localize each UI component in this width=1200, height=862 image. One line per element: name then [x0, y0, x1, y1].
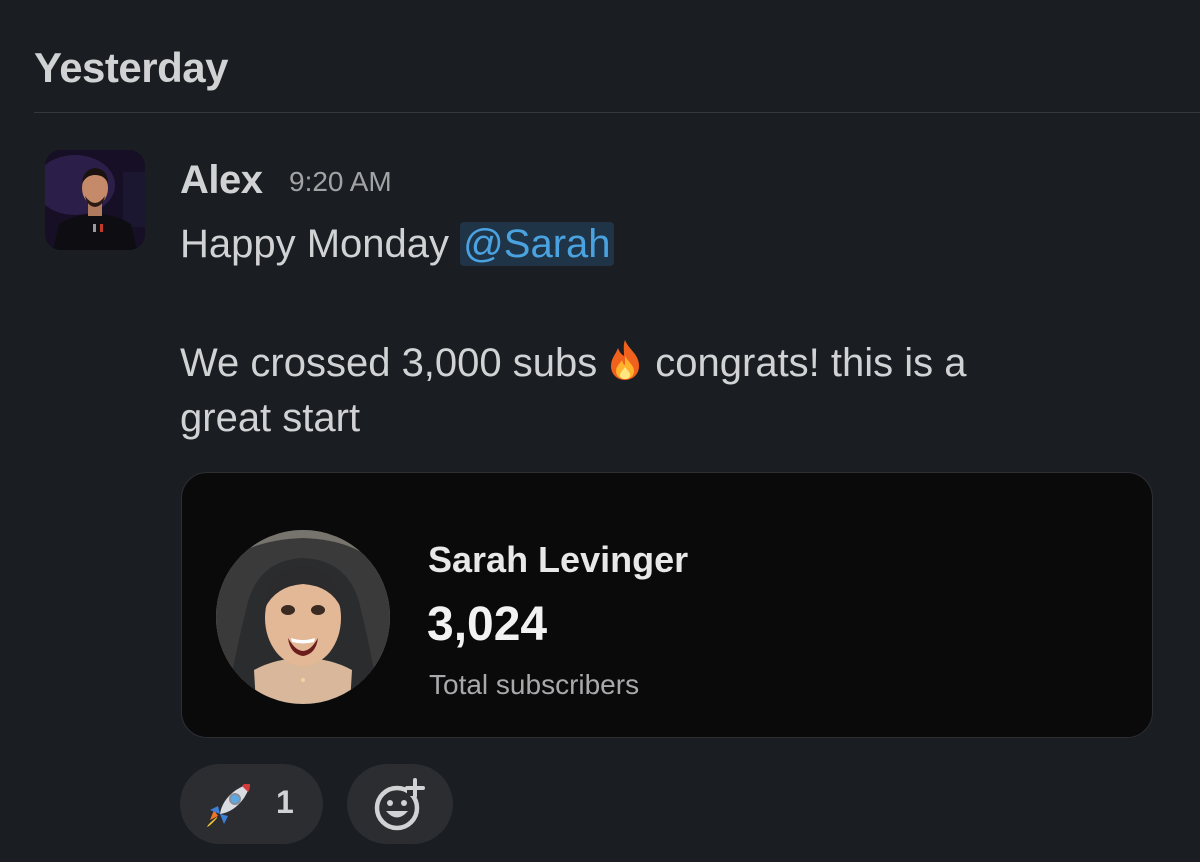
user-mention[interactable]: @Sarah	[460, 222, 614, 266]
day-divider-label[interactable]: Yesterday	[34, 44, 228, 92]
message-text: Happy Monday	[180, 222, 461, 266]
reaction-count: 1	[276, 784, 294, 820]
card-subscriber-label: Total subscribers	[429, 669, 640, 700]
card-subscriber-count: 3,024	[427, 598, 548, 651]
add-reaction-button[interactable]	[347, 764, 453, 844]
message-line-3: great start	[180, 396, 361, 440]
sender-name[interactable]: Alex	[180, 158, 263, 203]
add-reaction-icon	[374, 778, 425, 831]
sender-avatar[interactable]	[45, 150, 145, 250]
card-channel-name: Sarah Levinger	[428, 539, 689, 580]
message-text: We crossed 3,000 subs	[180, 341, 598, 385]
message-line-1: Happy Monday @Sarah	[180, 222, 614, 267]
subscriber-card[interactable]: Sarah Levinger 3,024 Total subscribers	[181, 472, 1153, 738]
rocket-emoji	[207, 784, 250, 827]
day-divider-line	[34, 112, 1200, 113]
message-line-2: We crossed 3,000 subs congrats! this is …	[180, 338, 967, 386]
message-text: congrats! this is a	[655, 341, 967, 385]
message-timestamp[interactable]: 9:20 AM	[289, 166, 392, 198]
reaction-rocket[interactable]: 1	[180, 764, 323, 844]
profile-photo	[216, 530, 390, 704]
fire-emoji	[611, 340, 640, 380]
